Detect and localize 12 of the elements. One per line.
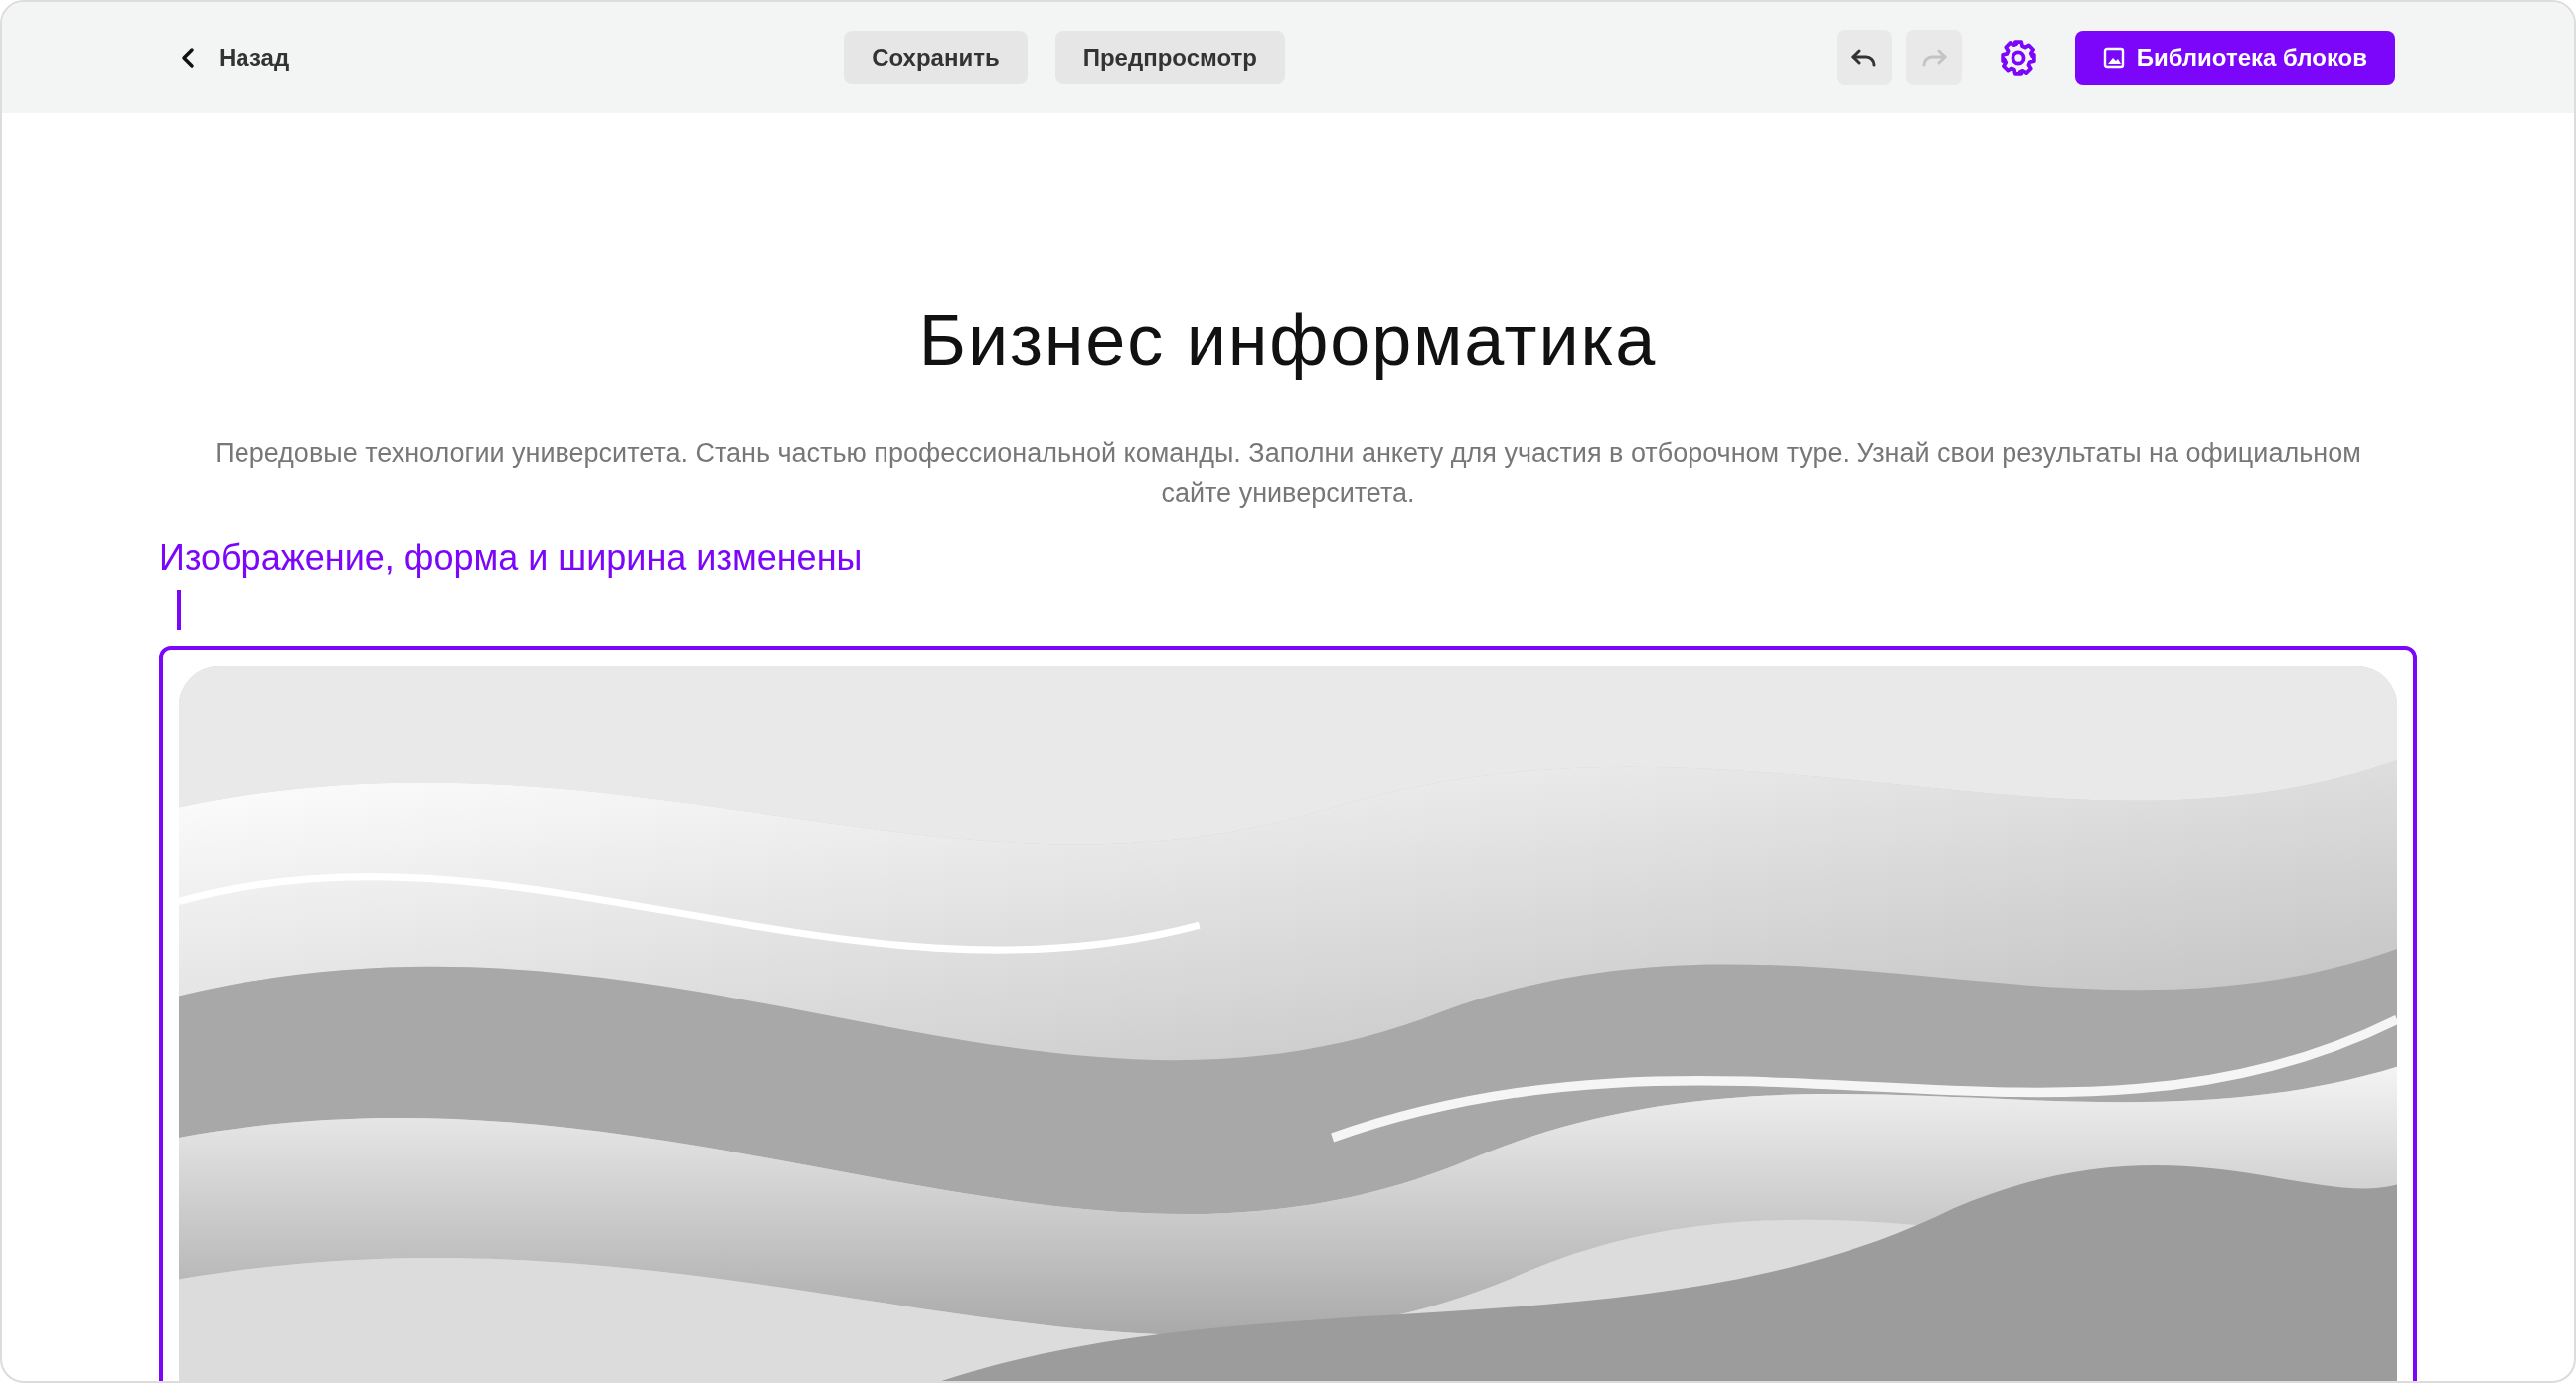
page-description: Передовые технологии университета. Стань частью профессиональной команды. Заполни анкету для участия в отборочном туре. Узнай свои результаты на официальном сайте университета. [214, 437, 2362, 510]
toolbar-button[interactable]: Предпросмотр [1054, 31, 1285, 84]
toolbar-button[interactable]: Сохранить [844, 31, 1028, 84]
undo-button[interactable] [1836, 30, 1892, 85]
chevron-left-icon [181, 47, 195, 69]
block-library-button[interactable]: Библиотека блоков [2074, 30, 2395, 85]
redo-icon [1920, 49, 1947, 67]
image-icon [2102, 47, 2125, 69]
back-button[interactable]: Назад [181, 40, 290, 76]
undo-icon [1851, 49, 1877, 67]
annotation-label: Изображение, форма и ширина изменены [159, 537, 863, 580]
settings-icon[interactable] [1999, 39, 2037, 77]
